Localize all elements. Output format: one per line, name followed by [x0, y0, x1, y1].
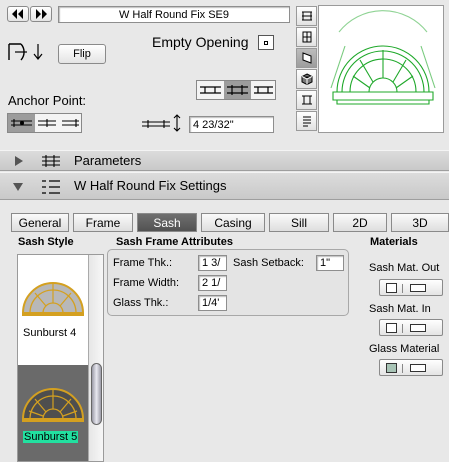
half-round-window-preview: [330, 10, 436, 105]
anchor-left-option[interactable]: [8, 114, 35, 132]
view-3d-button[interactable]: [296, 69, 317, 89]
sash-setback-label: Sash Setback:: [233, 257, 304, 269]
sash-mat-out-label: Sash Mat. Out: [369, 262, 440, 274]
double-right-arrow-icon: [36, 9, 47, 19]
empty-opening-label: Empty Opening: [152, 34, 249, 50]
glass-material-swatch: [386, 363, 397, 373]
tab-2d[interactable]: 2D: [333, 213, 387, 232]
wall-position-selector[interactable]: [196, 80, 276, 100]
disclosure-expanded-icon[interactable]: [13, 182, 23, 192]
preview-panel: [318, 5, 444, 133]
list-view-icon: [302, 116, 311, 127]
settings-list-icon: [42, 180, 60, 194]
parameters-section-title: Parameters: [74, 153, 142, 168]
sunburst-4-thumbnail: [21, 282, 85, 316]
sash-setback-input[interactable]: 1": [316, 255, 344, 271]
materials-heading: Materials: [370, 236, 418, 248]
sash-mat-in-label: Sash Mat. In: [369, 303, 431, 315]
flip-button[interactable]: Flip: [58, 44, 106, 64]
sash-style-list[interactable]: Sunburst 4 Sunburst 5: [17, 254, 104, 462]
parameters-section-header[interactable]: Parameters: [0, 150, 449, 171]
anchor-center-icon: [38, 119, 56, 127]
frame-thk-label: Frame Thk.:: [113, 257, 173, 269]
list-item-label: Sunburst 4: [23, 327, 77, 339]
wall-position-segment-center[interactable]: [224, 81, 251, 99]
double-left-arrow-icon: [12, 9, 23, 19]
anchor-point-label: Anchor Point:: [8, 93, 87, 108]
plan-view-icon: [301, 11, 312, 21]
sash-style-heading: Sash Style: [18, 236, 74, 248]
section-view-icon: [302, 31, 311, 43]
3d-cube-icon: [301, 73, 312, 85]
anchor-left-icon: [11, 119, 32, 127]
tab-3d[interactable]: 3D: [391, 213, 449, 232]
anchor-point-selector[interactable]: [7, 113, 82, 133]
glass-material-picker[interactable]: [379, 359, 443, 376]
material-pattern-icon: [410, 284, 426, 292]
frame-thk-input[interactable]: 1 3/: [198, 255, 227, 271]
scrollbar-thumb[interactable]: [91, 363, 102, 425]
sash-frame-heading: Sash Frame Attributes: [116, 236, 233, 248]
object-title-field: W Half Round Fix SE9: [58, 6, 290, 23]
sash-mat-out-swatch: [386, 283, 397, 293]
settings-section-header[interactable]: W Half Round Fix Settings: [0, 172, 449, 200]
sash-mat-in-swatch: [386, 323, 397, 333]
empty-opening-checkbox[interactable]: [258, 35, 274, 50]
sash-mat-in-picker[interactable]: [379, 319, 443, 336]
list-item-label-selected: Sunburst 5: [23, 431, 79, 443]
material-pattern-icon: [410, 324, 426, 332]
list-item[interactable]: Sunburst 5: [18, 365, 88, 461]
list-item[interactable]: Sunburst 4: [18, 255, 88, 365]
anchor-right-option[interactable]: [59, 114, 82, 132]
tab-sash[interactable]: Sash: [137, 213, 197, 232]
frame-view-icon: [301, 95, 312, 105]
wall-center-icon: [227, 85, 248, 95]
sunburst-5-thumbnail: [21, 388, 85, 422]
tab-frame[interactable]: Frame: [73, 213, 133, 232]
glass-material-label: Glass Material: [369, 343, 440, 355]
settings-section-title: W Half Round Fix Settings: [74, 178, 227, 193]
wall-position-segment-outside[interactable]: [251, 81, 276, 99]
next-button[interactable]: [30, 6, 52, 22]
view-frame-button[interactable]: [296, 90, 317, 110]
elevation-view-icon: [302, 52, 311, 64]
parameters-icon: [42, 155, 60, 167]
glass-thk-input[interactable]: 1/4': [198, 295, 227, 311]
anchor-offset-input[interactable]: 4 23/32": [189, 116, 274, 133]
view-elevation-button[interactable]: [296, 48, 317, 68]
view-plan-button[interactable]: [296, 6, 317, 26]
previous-button[interactable]: [7, 6, 29, 22]
tab-casing[interactable]: Casing: [201, 213, 265, 232]
wall-inside-icon: [200, 86, 221, 94]
frame-width-input[interactable]: 2 1/: [198, 275, 227, 291]
tab-sill[interactable]: Sill: [269, 213, 329, 232]
tab-general[interactable]: General: [11, 213, 69, 232]
glass-thk-label: Glass Thk.:: [113, 297, 169, 309]
view-section-button[interactable]: [296, 27, 317, 47]
disclosure-collapsed-icon[interactable]: [14, 156, 24, 166]
sash-mat-out-picker[interactable]: [379, 279, 443, 296]
wall-position-segment-inside[interactable]: [197, 81, 224, 99]
offset-dimension-icon: [142, 114, 181, 132]
view-list-button[interactable]: [296, 111, 317, 131]
material-pattern-icon: [410, 364, 426, 372]
wall-outside-icon: [254, 86, 273, 94]
frame-width-label: Frame Width:: [113, 277, 180, 289]
flip-direction-icon: [8, 43, 43, 61]
anchor-right-icon: [62, 119, 79, 127]
sash-style-scrollbar[interactable]: [88, 255, 103, 461]
anchor-center-option[interactable]: [35, 114, 59, 132]
